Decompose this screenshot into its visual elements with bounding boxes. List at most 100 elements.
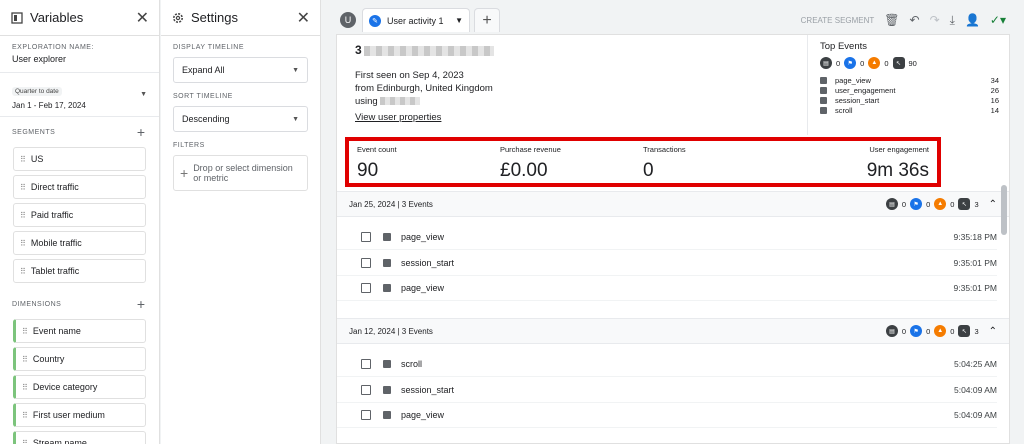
create-segment-button[interactable]: CREATE SEGMENT: [801, 16, 875, 25]
add-dimension-icon[interactable]: +: [137, 297, 145, 311]
close-settings-icon[interactable]: ✕: [297, 8, 310, 28]
user-location: from Edinburgh, United Kingdom: [355, 83, 493, 94]
event-row[interactable]: page_view 9:35:18 PM: [337, 225, 997, 250]
tab-label: User activity 1: [387, 15, 444, 26]
dimension-item[interactable]: ⠿ Device category: [13, 375, 146, 399]
sort-timeline-label: SORT TIMELINE: [173, 93, 233, 100]
scrollbar[interactable]: [1001, 185, 1007, 235]
drag-handle-icon[interactable]: ⠿: [20, 239, 26, 248]
metric: User engagement 9m 36s: [786, 145, 929, 181]
event-time: 5:04:09 AM: [953, 384, 997, 395]
chevron-down-icon[interactable]: ▼: [140, 91, 147, 98]
event-row[interactable]: page_view 5:04:09 AM: [337, 403, 997, 428]
drag-handle-icon[interactable]: ⠿: [20, 211, 26, 220]
count: 90: [908, 58, 917, 68]
dimension-label: First user medium: [32, 410, 105, 420]
chevron-up-icon[interactable]: ⌃: [989, 199, 997, 210]
event-row[interactable]: page_view 9:35:01 PM: [337, 276, 997, 301]
event-type-icon: [383, 258, 391, 267]
chevron-up-icon[interactable]: ⌃: [989, 326, 997, 337]
tab-user-activity[interactable]: ✎ User activity 1 ▼: [362, 8, 470, 32]
drag-handle-icon[interactable]: ⠿: [20, 267, 26, 276]
segment-item[interactable]: ⠿ Mobile traffic: [13, 231, 146, 255]
drag-handle-icon[interactable]: ⠿: [22, 439, 28, 444]
exploration-name-block[interactable]: EXPLORATION NAME: User explorer: [0, 36, 159, 73]
drag-handle-icon[interactable]: ⠿: [20, 155, 26, 164]
segments-list: ⠿ US ⠿ Direct traffic ⠿ Paid traffic ⠿ Mobile t…: [0, 147, 159, 283]
checkbox[interactable]: [361, 410, 371, 420]
trash-icon[interactable]: 🗑: [884, 13, 899, 27]
top-event-name: scroll: [835, 105, 853, 115]
drag-handle-icon[interactable]: ⠿: [22, 383, 28, 392]
event-row[interactable]: session_start 5:04:09 AM: [337, 378, 997, 403]
check-circle-icon[interactable]: ✓▾: [990, 13, 1006, 27]
top-event-count: 14: [990, 105, 999, 115]
date-group-header[interactable]: Jan 25, 2024 | 3 Events ▤ 0 ⚑ 0 ▲ 0 ↖ 3 ⌃: [337, 191, 1009, 217]
variables-panel: Variables ✕ EXPLORATION NAME: User explo…: [0, 0, 160, 444]
user-badge[interactable]: U: [340, 12, 356, 28]
sort-timeline-select[interactable]: Descending ▼: [173, 106, 308, 132]
event-type-icon: [383, 233, 391, 241]
user-id: 3: [355, 43, 494, 57]
variables-title: Variables: [30, 10, 84, 25]
checkbox[interactable]: [361, 257, 371, 268]
drag-handle-icon[interactable]: ⠿: [20, 183, 26, 192]
drag-handle-icon[interactable]: ⠿: [22, 411, 28, 420]
exploration-name-label: EXPLORATION NAME:: [12, 44, 94, 51]
checkbox[interactable]: [361, 384, 371, 395]
date-range-picker[interactable]: Quarter to date Jan 1 - Feb 17, 2024 ▼: [0, 73, 159, 117]
metric: Purchase revenue £0.00: [500, 145, 643, 181]
chevron-down-icon[interactable]: ▼: [455, 16, 463, 25]
cursor-event-icon: ↖: [958, 325, 971, 337]
event-row[interactable]: session_start 9:35:01 PM: [337, 251, 997, 276]
close-variables-icon[interactable]: ✕: [136, 8, 149, 28]
checkbox[interactable]: [361, 232, 371, 242]
segments-header: SEGMENTS +: [0, 117, 159, 143]
download-icon[interactable]: ⤓: [950, 13, 955, 28]
flag-icon: ⚑: [910, 198, 923, 210]
event-row[interactable]: scroll 5:04:25 AM: [337, 352, 997, 377]
date-group-label: Jan 25, 2024 | 3 Events: [349, 199, 433, 209]
filter-drop-zone[interactable]: + Drop or select dimension or metric: [173, 155, 308, 191]
undo-icon[interactable]: ↶: [910, 13, 920, 27]
checkbox[interactable]: [361, 283, 371, 293]
user-activity-card: 3 First seen on Sep 4, 2023 from Edinbur…: [336, 34, 1010, 444]
metric-value: £0.00: [500, 160, 548, 181]
metric-label: Purchase revenue: [500, 145, 561, 154]
drag-handle-icon[interactable]: ⠿: [22, 327, 28, 336]
exploration-name[interactable]: User explorer: [12, 54, 147, 64]
event-name: session_start: [401, 384, 455, 395]
add-segment-icon[interactable]: +: [137, 125, 145, 139]
redo-icon[interactable]: ↷: [930, 13, 940, 27]
top-event-name: session_start: [835, 95, 880, 105]
view-user-properties-link[interactable]: View user properties: [355, 112, 441, 123]
dimension-item[interactable]: ⠿ Event name: [13, 319, 146, 343]
chevron-down-icon: ▼: [292, 66, 299, 74]
redacted-block: [380, 97, 421, 106]
event-type-icon: [383, 360, 391, 368]
general-event-icon: ▤: [820, 57, 832, 69]
metric-label: Event count: [357, 145, 397, 154]
segment-item[interactable]: ⠿ US: [13, 147, 146, 171]
variables-icon: [10, 11, 24, 25]
dimension-item[interactable]: ⠿ First user medium: [13, 403, 146, 427]
pencil-icon: ✎: [369, 14, 381, 27]
checkbox[interactable]: [361, 359, 371, 369]
flag-icon: ⚑: [844, 57, 857, 69]
segment-item[interactable]: ⠿ Tablet traffic: [13, 259, 146, 283]
dimensions-header: DIMENSIONS +: [0, 287, 159, 315]
segment-item[interactable]: ⠿ Direct traffic: [13, 175, 146, 199]
top-events-counts: ▤ 0 ⚑ 0 ▲ 0 ↖ 90: [820, 57, 1003, 69]
segment-item[interactable]: ⠿ Paid traffic: [13, 203, 146, 227]
share-user-icon[interactable]: 👤: [965, 13, 980, 27]
dimension-item[interactable]: ⠿ Stream name: [13, 431, 146, 444]
display-timeline-select[interactable]: Expand All ▼: [173, 57, 308, 83]
drag-handle-icon[interactable]: ⠿: [22, 355, 28, 364]
user-id-prefix: 3: [355, 43, 362, 57]
count: 0: [926, 199, 931, 209]
add-tab-button[interactable]: +: [474, 8, 500, 32]
warning-icon: ▲: [868, 57, 881, 69]
date-group-header[interactable]: Jan 12, 2024 | 3 Events ▤ 0 ⚑ 0 ▲ 0 ↖ 3 ⌃: [337, 318, 1009, 344]
dimension-item[interactable]: ⠿ Country: [13, 347, 146, 371]
flag-icon: ⚑: [910, 325, 923, 337]
